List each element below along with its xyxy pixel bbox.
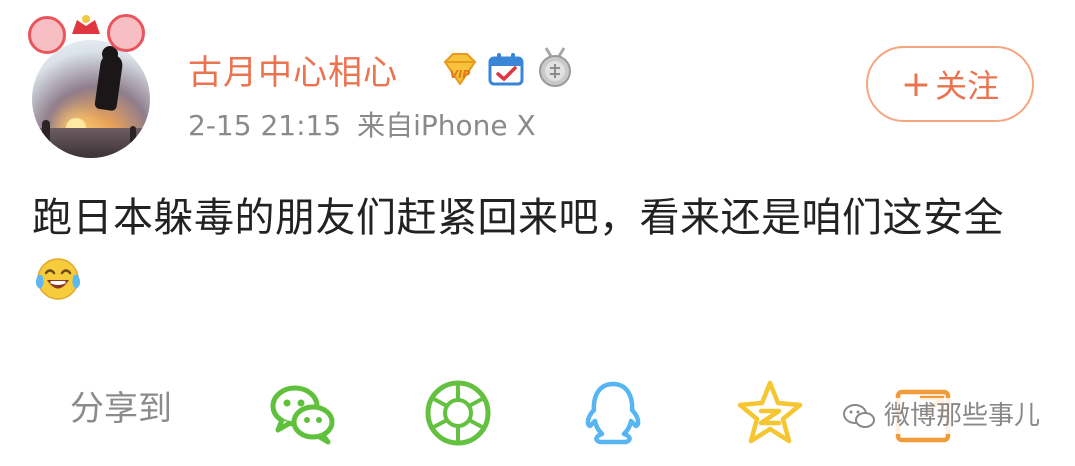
avatar[interactable] — [32, 40, 150, 158]
wechat-icon[interactable] — [268, 378, 338, 448]
small-figure — [130, 126, 136, 144]
svg-text:VIP: VIP — [450, 68, 471, 81]
share-label: 分享到 — [70, 389, 172, 429]
mouse-ear-left-icon — [28, 16, 66, 54]
person-silhouette — [94, 52, 124, 112]
post-content: 跑日本躲毒的朋友们赶紧回来吧，看来还是咱们这安全 — [32, 186, 1042, 314]
watermark-text: 微博那些事儿 — [884, 401, 1041, 431]
qzone-icon[interactable] — [735, 378, 805, 448]
checkin-calendar-icon[interactable] — [488, 52, 524, 86]
mouse-ear-right-icon — [107, 14, 145, 52]
medal-badge-icon[interactable] — [536, 46, 574, 88]
small-figure — [42, 120, 50, 144]
post-source[interactable]: 来自iPhone X — [357, 109, 536, 142]
red-hat-icon — [72, 15, 100, 34]
moments-icon[interactable] — [423, 378, 493, 448]
follow-button[interactable]: + 关注 — [866, 46, 1034, 122]
plus-icon: + — [900, 63, 932, 105]
watermark: 微博那些事儿 — [836, 398, 1047, 434]
username[interactable]: 古月中心相心 — [188, 56, 398, 90]
post-meta: 2-15 21:15 来自iPhone X — [188, 112, 536, 140]
qq-icon[interactable] — [578, 378, 648, 448]
post-text: 跑日本躲毒的朋友们赶紧回来吧，看来还是咱们这安全 — [32, 195, 1004, 241]
laugh-cry-emoji-icon — [35, 258, 81, 300]
wechat-watermark-icon — [843, 404, 875, 428]
vip-badge-icon[interactable]: VIP — [441, 52, 479, 86]
follow-label: 关注 — [935, 67, 1000, 105]
post-time: 2-15 21:15 — [188, 109, 342, 142]
